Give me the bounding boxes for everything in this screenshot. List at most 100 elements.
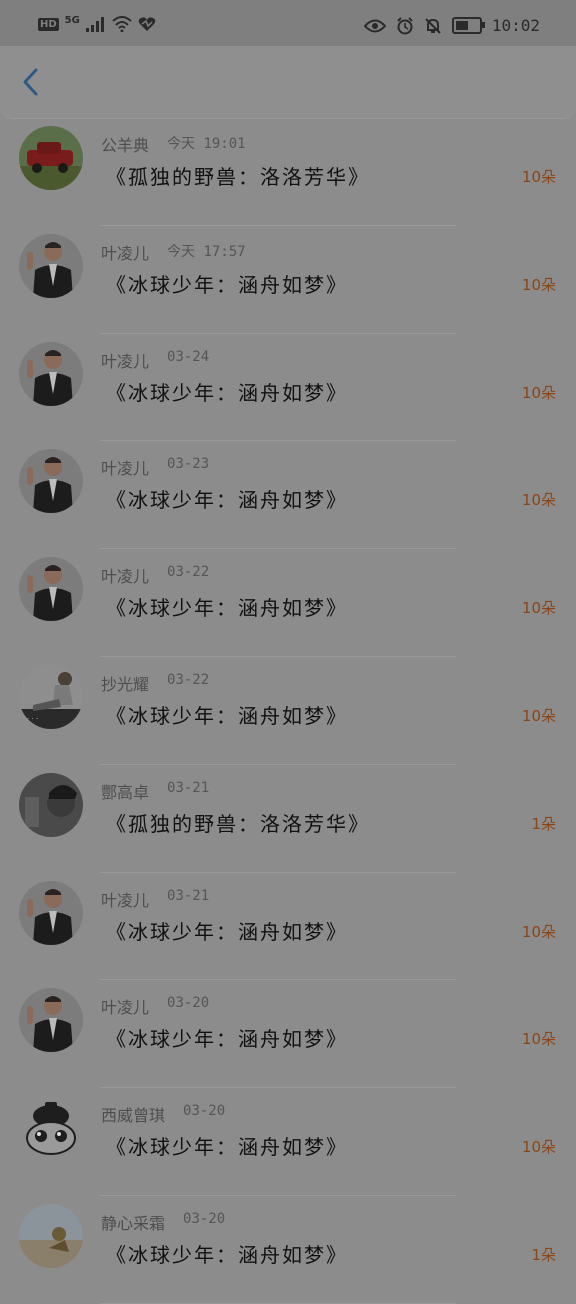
flower-count: 10朵 [521, 706, 556, 725]
gift-date: 03-20 [167, 995, 210, 1012]
header [0, 46, 576, 119]
alarm-icon [397, 16, 413, 34]
user-name: 叶凌儿 [101, 243, 150, 263]
user-avatar[interactable]: ∞ [19, 988, 83, 1053]
gift-date: 03-22 [167, 671, 210, 688]
gift-record-row[interactable]: ∞ 叶凌儿 03-22 《冰球少年：涵舟如梦》 10朵 [0, 549, 576, 657]
user-name: 叶凌儿 [101, 351, 150, 371]
sender-line: 叶凌儿 03-20 [101, 994, 209, 1018]
book-title[interactable]: 《冰球少年：涵舟如梦》 [106, 1023, 348, 1052]
user-avatar[interactable]: ∞ [19, 449, 83, 514]
user-avatar[interactable]: ∞ [19, 557, 83, 622]
gift-date: 03-23 [167, 456, 210, 473]
user-name: 叶凌儿 [101, 998, 150, 1018]
sender-line: 公羊典 今天 19:01 [101, 132, 246, 156]
flower-count: 10朵 [521, 1030, 556, 1049]
gift-record-row[interactable]: · · · 抄光耀 03-22 《冰球少年：涵舟如梦》 10朵 [0, 657, 576, 765]
user-name: 公羊典 [101, 136, 150, 155]
user-name: 静心采霜 [101, 1213, 166, 1233]
svg-text:∞: ∞ [21, 997, 26, 1004]
sender-line: 叶凌儿 03-21 [101, 887, 209, 911]
status-left: HD 5G [38, 14, 156, 32]
user-name: 叶凌儿 [101, 890, 150, 910]
user-name: 抄光耀 [101, 674, 150, 694]
gift-record-row[interactable]: 西威曾琪 03-20 《冰球少年：涵舟如梦》 10朵 [0, 1088, 576, 1196]
user-avatar[interactable] [19, 772, 83, 837]
sender-line: 酆高卓 03-21 [101, 779, 209, 803]
back-button[interactable] [14, 64, 50, 100]
user-avatar[interactable]: ∞ [19, 233, 83, 298]
book-title[interactable]: 《孤独的野兽：洛洛芳华》 [106, 808, 370, 837]
svg-text:∞: ∞ [21, 458, 26, 465]
gift-record-row[interactable]: 公羊典 今天 19:01 《孤独的野兽：洛洛芳华》 10朵 [0, 118, 576, 226]
chevron-left-icon [23, 68, 38, 96]
network-type: 5G [64, 14, 80, 26]
signal-icon [85, 17, 104, 32]
gift-date: 03-20 [183, 1210, 226, 1227]
heart-signal-icon [138, 17, 156, 31]
user-avatar[interactable]: ∞ [19, 880, 83, 945]
gift-date: 03-24 [167, 348, 210, 365]
sender-line: 叶凌儿 03-24 [101, 348, 209, 372]
svg-text:∞: ∞ [21, 351, 26, 358]
gift-record-row[interactable]: ∞ 叶凌儿 03-21 《冰球少年：涵舟如梦》 10朵 [0, 873, 576, 981]
status-bar: HD 5G 10:02 [0, 0, 576, 46]
sender-line: 叶凌儿 03-22 [101, 563, 209, 587]
gift-date: 03-21 [167, 887, 210, 904]
user-avatar[interactable]: ∞ [19, 341, 83, 406]
book-title[interactable]: 《冰球少年：涵舟如梦》 [106, 1239, 348, 1268]
user-avatar[interactable] [19, 126, 83, 190]
sender-line: 西威曾琪 03-20 [101, 1102, 225, 1126]
gift-date: 今天 19:01 [167, 136, 246, 152]
book-title[interactable]: 《孤独的野兽：洛洛芳华》 [106, 161, 370, 190]
gift-date: 03-22 [167, 564, 210, 581]
gift-date: 今天 17:57 [167, 243, 246, 260]
user-name: 叶凌儿 [101, 567, 150, 587]
svg-text:∞: ∞ [21, 566, 26, 573]
sender-line: 抄光耀 03-22 [101, 671, 209, 695]
user-name: 西威曾琪 [101, 1106, 166, 1126]
book-title[interactable]: 《冰球少年：涵舟如梦》 [106, 1131, 348, 1160]
gift-record-row[interactable]: ∞ 叶凌儿 03-24 《冰球少年：涵舟如梦》 10朵 [0, 334, 576, 442]
flower-count: 10朵 [521, 922, 556, 941]
book-title[interactable]: 《冰球少年：涵舟如梦》 [106, 592, 348, 621]
user-name: 酆高卓 [101, 782, 150, 802]
user-avatar[interactable]: · · · [19, 664, 83, 729]
eye-icon [363, 19, 386, 32]
gift-record-row[interactable]: ∞ 叶凌儿 今天 17:57 《冰球少年：涵舟如梦》 10朵 [0, 226, 576, 334]
svg-text:∞: ∞ [21, 243, 26, 250]
book-title[interactable]: 《冰球少年：涵舟如梦》 [106, 269, 348, 298]
gift-date: 03-21 [167, 779, 210, 796]
flower-count: 1朵 [531, 814, 556, 833]
gift-record-row[interactable]: 酆高卓 03-21 《孤独的野兽：洛洛芳华》 1朵 [0, 765, 576, 873]
book-title[interactable]: 《冰球少年：涵舟如梦》 [106, 377, 348, 406]
mute-bell-icon [425, 17, 441, 34]
book-title[interactable]: 《冰球少年：涵舟如梦》 [106, 484, 348, 513]
flower-count: 10朵 [521, 275, 556, 294]
sender-line: 叶凌儿 03-23 [101, 455, 209, 479]
user-name: 叶凌儿 [101, 459, 150, 479]
sender-line: 静心采霜 03-20 [101, 1210, 225, 1234]
flower-count: 1朵 [531, 1245, 556, 1264]
gift-record-row[interactable]: 静心采霜 03-20 《冰球少年：涵舟如梦》 1朵 [0, 1196, 576, 1304]
gift-record-row[interactable]: ∞ 叶凌儿 03-20 《冰球少年：涵舟如梦》 10朵 [0, 980, 576, 1089]
flower-count: 10朵 [521, 1138, 556, 1157]
hd-badge: HD [38, 17, 59, 31]
battery-icon [451, 17, 485, 34]
book-title[interactable]: 《冰球少年：涵舟如梦》 [106, 916, 348, 945]
status-right: 10:02 [363, 16, 540, 35]
gift-record-row[interactable]: ∞ 叶凌儿 03-23 《冰球少年：涵舟如梦》 10朵 [0, 441, 576, 550]
wifi-icon [112, 16, 132, 32]
sender-line: 叶凌儿 今天 17:57 [101, 240, 246, 264]
gift-date: 03-20 [183, 1103, 226, 1120]
status-time: 10:02 [491, 16, 540, 35]
book-title[interactable]: 《冰球少年：涵舟如梦》 [106, 700, 348, 729]
battery-level [455, 21, 468, 30]
flower-count: 10朵 [521, 599, 556, 618]
svg-text:∞: ∞ [21, 890, 26, 897]
flower-count: 10朵 [521, 168, 556, 186]
user-avatar[interactable] [19, 1096, 83, 1161]
flower-count: 10朵 [521, 491, 556, 510]
flower-count: 10朵 [521, 383, 556, 402]
user-avatar[interactable] [19, 1203, 83, 1268]
